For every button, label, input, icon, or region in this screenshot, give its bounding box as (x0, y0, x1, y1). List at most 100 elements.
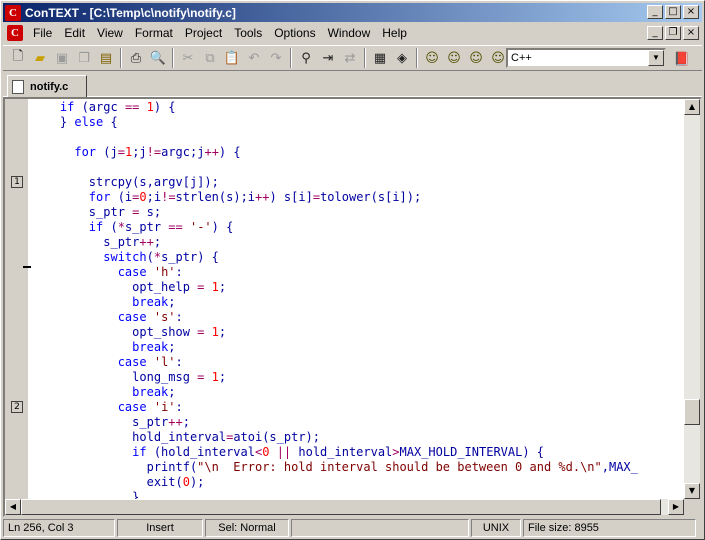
maximize-button[interactable]: □ (665, 5, 681, 19)
code-line[interactable]: s_ptr++; (31, 415, 686, 430)
print-preview-icon[interactable]: 🔍 (147, 47, 169, 69)
doc-close-button[interactable]: × (683, 26, 699, 40)
doc-minimize-button[interactable]: _ (647, 26, 663, 40)
code-line[interactable]: break; (31, 295, 686, 310)
code-line[interactable]: case 'i': (31, 400, 686, 415)
scroll-right-button[interactable]: ▶ (668, 499, 684, 515)
code-token: = (312, 190, 321, 204)
doc-restore-button[interactable]: ❐ (665, 26, 681, 40)
code-line[interactable]: if (argc == 1) { (31, 100, 686, 115)
help-book-icon[interactable]: 📕 (671, 48, 693, 70)
minimize-button[interactable]: _ (647, 5, 663, 19)
horizontal-scrollbar[interactable]: ◀ ▶ (5, 499, 684, 515)
menu-window[interactable]: Window (322, 24, 377, 42)
code-token: long_msg (31, 370, 198, 384)
find-icon[interactable]: ⚲ (295, 47, 317, 69)
menu-edit[interactable]: Edit (58, 24, 91, 42)
code-line[interactable]: for (j=1;j!=argc;j++) { (31, 145, 686, 160)
undo-icon[interactable]: ↶ (243, 47, 265, 69)
scrollbar-corner (684, 499, 700, 515)
replace-icon[interactable]: ⇄ (339, 47, 361, 69)
code-token: s_ptr (124, 220, 169, 234)
code-line[interactable]: break; (31, 385, 686, 400)
user-exec-3-icon[interactable]: ☺ (465, 47, 487, 69)
code-line[interactable]: printf("\n Error: hold interval should b… (31, 460, 686, 475)
menu-view[interactable]: View (91, 24, 129, 42)
code-token: s_ptr) { (161, 250, 219, 264)
user-exec-1-icon[interactable]: ☺ (421, 47, 443, 69)
code-line[interactable]: case 'h': (31, 265, 686, 280)
menu-project[interactable]: Project (179, 24, 228, 42)
language-select[interactable]: C++ ▼ (506, 48, 666, 68)
status-bar: Ln 256, Col 3 Insert Sel: Normal UNIX Fi… (3, 519, 702, 538)
paste-icon[interactable]: 📋 (221, 47, 243, 69)
code-area[interactable]: if (argc == 1) { } else { for (j=1;j!=ar… (31, 99, 686, 499)
copy-icon[interactable]: ⧉ (199, 47, 221, 69)
redo-icon[interactable]: ↷ (265, 47, 287, 69)
document-system-icon[interactable]: C (7, 25, 23, 41)
vertical-scrollbar[interactable]: ▲ ▼ (684, 99, 700, 499)
code-line[interactable]: if (hold_interval<0 || hold_interval>MAX… (31, 445, 686, 460)
code-line[interactable]: s_ptr++; (31, 235, 686, 250)
title-bar[interactable]: C ConTEXT - [C:\Temp\c\notify\notify.c] … (3, 3, 702, 22)
close-button[interactable]: × (683, 5, 699, 19)
open-project-icon[interactable]: ▤ (95, 47, 117, 69)
menu-file[interactable]: File (27, 24, 58, 42)
scroll-down-button[interactable]: ▼ (684, 483, 700, 499)
save-all-icon[interactable]: ❐ (73, 47, 95, 69)
cut-icon[interactable]: ✂ (177, 47, 199, 69)
code-token: if (88, 220, 104, 234)
vertical-scroll-thumb[interactable] (684, 399, 700, 425)
code-line[interactable]: hold_interval=atoi(s_ptr); (31, 430, 686, 445)
code-line[interactable]: long_msg = 1; (31, 370, 686, 385)
user-exec-2-icon[interactable]: ☺ (443, 47, 465, 69)
code-token: for (74, 145, 97, 159)
code-line[interactable]: case 'l': (31, 355, 686, 370)
toolbar: 🗋 ▰ ▣ ❐ ▤ ⎙ 🔍 ✂ ⧉ 📋 ↶ ↷ ⚲ ⇥ ⇄ ▦ ◈ ☺ ☺ ☺ … (3, 45, 702, 71)
toggle-bookmark-icon[interactable]: ▦ (369, 47, 391, 69)
find-next-icon[interactable]: ⇥ (317, 47, 339, 69)
chevron-down-icon[interactable]: ▼ (648, 50, 664, 66)
code-line[interactable]: case 's': (31, 310, 686, 325)
code-line[interactable]: switch(*s_ptr) { (31, 250, 686, 265)
code-line[interactable] (31, 130, 686, 145)
tab-notify-c[interactable]: notify.c (7, 75, 87, 97)
code-line[interactable]: } else { (31, 115, 686, 130)
toolbar-separator (172, 48, 174, 68)
open-folder-icon[interactable]: ▰ (29, 47, 51, 69)
code-token: == (168, 220, 183, 234)
code-line[interactable]: opt_show = 1; (31, 325, 686, 340)
gutter[interactable]: 12 (5, 99, 29, 499)
code-token: ; (168, 340, 176, 354)
code-line[interactable]: for (i=0;i!=strlen(s);i++) s[i]=tolower(… (31, 190, 686, 205)
menu-options[interactable]: Options (268, 24, 321, 42)
horizontal-scroll-thumb[interactable] (21, 499, 661, 515)
code-line[interactable]: break; (31, 340, 686, 355)
print-icon[interactable]: ⎙ (125, 47, 147, 69)
menu-help[interactable]: Help (376, 24, 413, 42)
bookmark-marker[interactable]: 1 (11, 176, 23, 188)
file-icon (12, 79, 24, 94)
menu-format[interactable]: Format (129, 24, 179, 42)
menu-tools[interactable]: Tools (228, 24, 268, 42)
new-file-icon[interactable]: 🗋 (7, 47, 29, 69)
code-line[interactable]: strcpy(s,argv[j]); (31, 175, 686, 190)
code-line[interactable] (31, 160, 686, 175)
code-token: MAX_HOLD_INTERVAL) { (399, 445, 545, 459)
code-line[interactable]: opt_help = 1; (31, 280, 686, 295)
scroll-left-button[interactable]: ◀ (5, 499, 21, 515)
code-line[interactable]: if (*s_ptr == '-') { (31, 220, 686, 235)
code-line[interactable]: exit(0); (31, 475, 686, 490)
code-editor[interactable]: 12 if (argc == 1) { } else { for (j=1;j!… (3, 97, 702, 517)
scroll-up-button[interactable]: ▲ (684, 99, 700, 115)
save-icon[interactable]: ▣ (51, 47, 73, 69)
code-line[interactable]: } (31, 490, 686, 499)
code-token: || (276, 445, 292, 459)
bookmark-marker[interactable]: 2 (11, 401, 23, 413)
highlight-icon[interactable]: ◈ (391, 47, 413, 69)
code-line[interactable]: s_ptr = s; (31, 205, 686, 220)
